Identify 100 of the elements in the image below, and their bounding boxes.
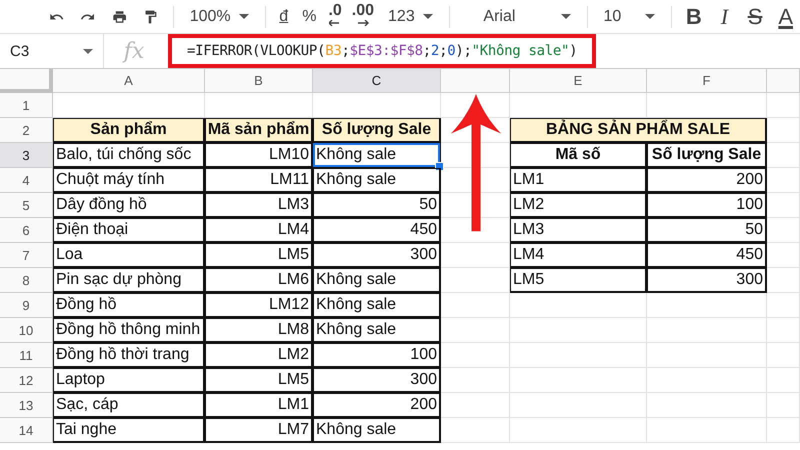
column-header[interactable]: C [313, 69, 441, 93]
row-header[interactable]: 9 [0, 293, 53, 318]
row-header[interactable]: 7 [0, 243, 53, 268]
column-header[interactable]: F [647, 69, 767, 93]
formula-text[interactable]: =IFERROR(VLOOKUP(B3;$E$3:$F$8;2;0);"Không sale") [187, 43, 578, 59]
grid-cell[interactable] [767, 193, 800, 218]
table-cell[interactable]: 450 [313, 218, 441, 243]
table-cell[interactable]: Không sale [313, 318, 441, 343]
table-cell: Pin sạc dự phòng [53, 268, 205, 293]
column-header[interactable] [441, 69, 510, 93]
right-arrow-icon [356, 20, 369, 26]
column-header[interactable]: A [53, 69, 205, 93]
row-header[interactable]: 11 [0, 343, 53, 368]
table-cell: Điện thoại [53, 218, 205, 243]
table-cell: Tai nghe [53, 418, 205, 443]
grid-cell[interactable] [767, 318, 800, 343]
table-cell[interactable]: 100 [313, 343, 441, 368]
table-cell: Laptop [53, 368, 205, 393]
row-header[interactable]: 3 [0, 143, 53, 168]
caret-icon [560, 14, 571, 19]
name-box[interactable]: C3 [0, 34, 104, 68]
grid-cell[interactable] [647, 318, 767, 343]
grid-cell[interactable] [767, 118, 800, 143]
currency-button[interactable]: đ [273, 2, 294, 32]
table-cell: LM7 [205, 418, 313, 443]
grid-cell[interactable] [767, 293, 800, 318]
row-header[interactable]: 14 [0, 418, 53, 443]
table-cell: LM5 [510, 268, 647, 293]
row-header[interactable]: 10 [0, 318, 53, 343]
table-cell: LM6 [205, 268, 313, 293]
bold-button[interactable]: B [679, 2, 708, 32]
row-header[interactable]: 5 [0, 193, 53, 218]
table-cell: LM2 [205, 343, 313, 368]
caret-icon [238, 14, 249, 19]
grid-cell[interactable] [767, 243, 800, 268]
text-color-button[interactable]: A [771, 2, 800, 32]
zoom-dropdown[interactable]: 100% [182, 2, 257, 32]
column-header[interactable] [767, 69, 800, 93]
grid-cell[interactable] [767, 168, 800, 193]
grid-cell[interactable] [767, 268, 800, 293]
header-cell: Sản phẩm [53, 118, 205, 143]
grid-cell[interactable] [510, 418, 647, 443]
table-cell[interactable]: 300 [313, 368, 441, 393]
table-cell: 450 [647, 243, 767, 268]
row-header[interactable]: 6 [0, 218, 53, 243]
column-header[interactable]: E [510, 69, 647, 93]
grid-cell[interactable] [510, 393, 647, 418]
table-cell[interactable]: Không sale [313, 268, 441, 293]
grid-cell[interactable] [647, 393, 767, 418]
grid-cell[interactable] [767, 418, 800, 443]
header-cell: Mã sản phẩm [205, 118, 313, 143]
table-cell[interactable]: 50 [313, 193, 441, 218]
table-cell: Đồng hồ [53, 293, 205, 318]
table-cell: LM3 [510, 218, 647, 243]
row-header[interactable]: 8 [0, 268, 53, 293]
table-cell: 200 [647, 168, 767, 193]
grid-cell[interactable] [767, 93, 800, 118]
grid-cell[interactable] [510, 368, 647, 393]
caret-icon [644, 14, 655, 19]
table-cell: LM10 [205, 143, 313, 168]
grid-cell[interactable] [510, 293, 647, 318]
grid-cell[interactable] [510, 343, 647, 368]
column-header[interactable]: B [205, 69, 313, 93]
grid-cell[interactable] [510, 318, 647, 343]
increase-decimals-button[interactable]: .00 [348, 2, 378, 32]
corner-cell[interactable] [0, 69, 53, 93]
table-cell[interactable]: Không sale [313, 143, 441, 168]
table-cell[interactable]: Không sale [313, 418, 441, 443]
grid-cell[interactable] [767, 218, 800, 243]
row-header[interactable]: 1 [0, 93, 53, 118]
row-header[interactable]: 4 [0, 168, 53, 193]
grid-cell[interactable] [647, 293, 767, 318]
table-cell: Đồng hồ thời trang [53, 343, 205, 368]
table-cell[interactable]: Không sale [313, 168, 441, 193]
italic-button[interactable]: I [710, 2, 739, 32]
row-header[interactable]: 12 [0, 368, 53, 393]
grid-cell[interactable] [767, 393, 800, 418]
table-cell[interactable]: 200 [313, 393, 441, 418]
grid-cell[interactable] [767, 368, 800, 393]
grid-cell[interactable] [647, 368, 767, 393]
row-header[interactable]: 13 [0, 393, 53, 418]
strikethrough-button[interactable]: S [740, 2, 770, 32]
percent-button[interactable]: % [296, 2, 322, 32]
table-cell: LM2 [510, 193, 647, 218]
table-cell[interactable]: 300 [313, 243, 441, 268]
decrease-decimals-button[interactable]: .0 [324, 2, 346, 32]
table-cell: Loa [53, 243, 205, 268]
grid-cell[interactable] [647, 418, 767, 443]
font-dropdown[interactable]: Arial [457, 2, 579, 32]
table-cell: LM5 [205, 368, 313, 393]
grid-cell[interactable] [647, 343, 767, 368]
table-cell: Đồng hồ thông minh [53, 318, 205, 343]
format-dropdown[interactable]: 123 [380, 2, 441, 32]
font-size-dropdown[interactable]: 10 [595, 2, 663, 32]
row-header[interactable]: 2 [0, 118, 53, 143]
table-cell: LM1 [510, 168, 647, 193]
grid-cell[interactable] [767, 143, 800, 168]
table-cell: LM12 [205, 293, 313, 318]
table-cell[interactable]: Không sale [313, 293, 441, 318]
grid-cell[interactable] [767, 343, 800, 368]
